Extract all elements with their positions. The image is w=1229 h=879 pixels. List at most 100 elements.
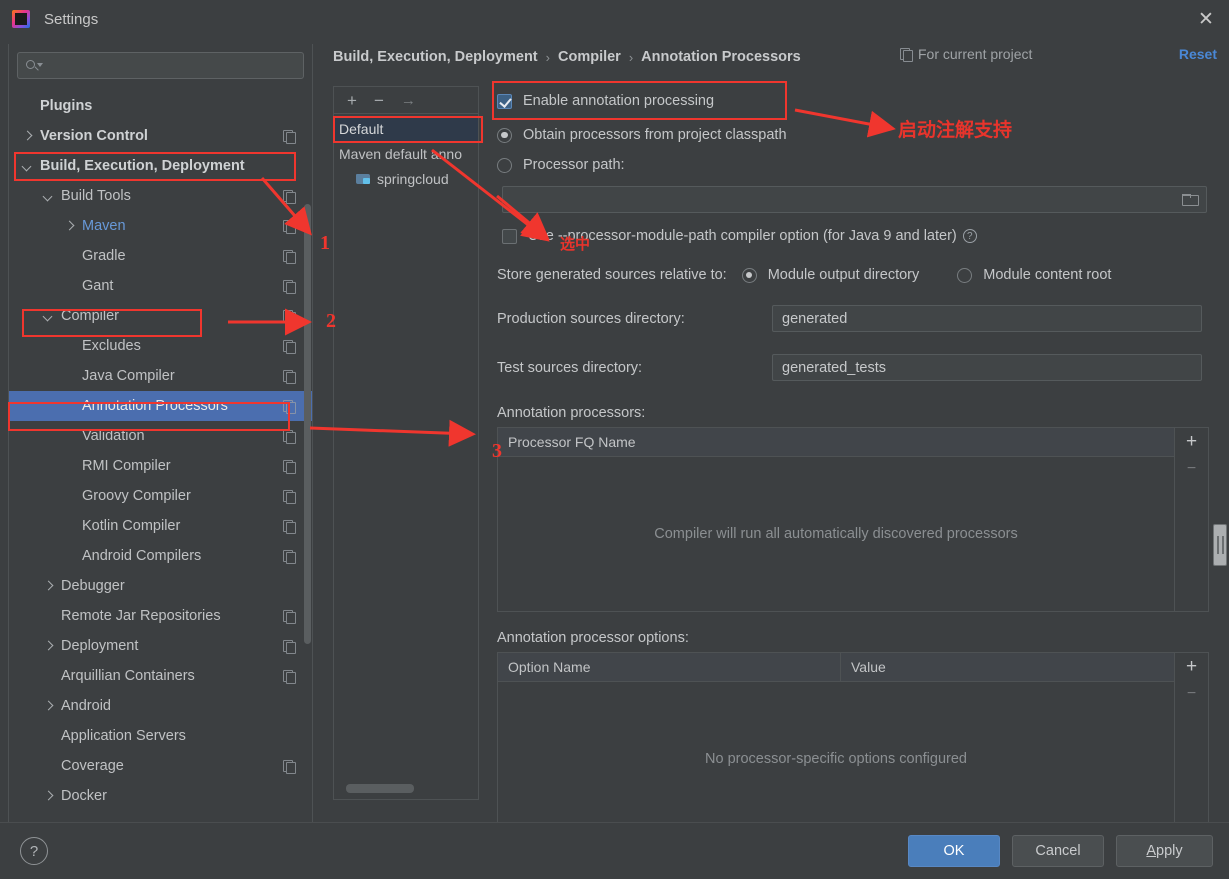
module-list-item[interactable]: Maven default anno xyxy=(334,141,478,166)
processors-table-empty-message: Compiler will run all automatically disc… xyxy=(498,457,1174,611)
test-sources-input[interactable]: generated_tests xyxy=(772,354,1202,381)
chevron-right-icon[interactable] xyxy=(21,130,34,143)
column-header-processor-fq-name[interactable]: Processor FQ Name xyxy=(498,428,1174,456)
sidebar-item-application-servers[interactable]: Application Servers xyxy=(9,721,312,751)
store-relative-row: Store generated sources relative to: Mod… xyxy=(497,267,1209,283)
annotation-processors-title: Annotation processors: xyxy=(497,405,646,421)
sidebar-item-label: Version Control xyxy=(40,128,148,144)
sidebar-item-groovy-compiler[interactable]: Groovy Compiler xyxy=(9,481,312,511)
search-input[interactable] xyxy=(40,58,295,73)
apply-button[interactable]: Apply xyxy=(1116,835,1213,867)
add-profile-button[interactable]: + xyxy=(347,92,357,109)
sidebar-item-deployment[interactable]: Deployment xyxy=(9,631,312,661)
annotation-processor-options-table: Option Name Value No processor-specific … xyxy=(497,652,1209,837)
resize-grip[interactable] xyxy=(1213,524,1227,566)
sidebar-item-plugins[interactable]: Plugins xyxy=(9,91,312,121)
chevron-right-icon[interactable] xyxy=(63,220,76,233)
sidebar-item-compiler[interactable]: Compiler xyxy=(9,301,312,331)
chevron-right-icon[interactable] xyxy=(42,640,55,653)
module-content-root-radio[interactable] xyxy=(957,267,973,283)
sidebar-item-rmi-compiler[interactable]: RMI Compiler xyxy=(9,451,312,481)
remove-option-button[interactable]: − xyxy=(1187,686,1196,702)
sidebar-item-label: Deployment xyxy=(61,638,139,654)
sidebar-item-build-tools[interactable]: Build Tools xyxy=(9,181,312,211)
sidebar-scrollbar[interactable] xyxy=(304,204,311,644)
sidebar-item-label: Maven xyxy=(82,218,126,234)
cancel-button[interactable]: Cancel xyxy=(1012,835,1104,867)
module-list-hscrollbar[interactable] xyxy=(346,784,414,793)
help-button[interactable]: ? xyxy=(20,837,48,865)
processor-path-row[interactable]: Processor path: xyxy=(497,150,1209,180)
sidebar-item-arquillian-containers[interactable]: Arquillian Containers xyxy=(9,661,312,691)
obtain-from-classpath-row[interactable]: Obtain processors from project classpath xyxy=(497,120,1209,150)
move-to-profile-button[interactable]: → xyxy=(401,93,416,108)
sidebar-item-version-control[interactable]: Version Control xyxy=(9,121,312,151)
chevron-down-icon[interactable] xyxy=(21,160,34,173)
intellij-idea-icon: IJ xyxy=(12,10,30,28)
processor-path-field[interactable] xyxy=(502,186,1207,213)
module-list-item-label: Maven default anno xyxy=(339,145,462,162)
sidebar-item-label: Annotation Processors xyxy=(82,398,228,414)
module-list-item[interactable]: Default xyxy=(334,116,478,141)
enable-annotation-processing-row[interactable]: Enable annotation processing xyxy=(497,86,1209,116)
module-list-panel: + − → Default Maven default anno springclo… xyxy=(333,86,479,800)
options-table-main: Option Name Value No processor-specific … xyxy=(498,653,1174,836)
sidebar-item-kotlin-compiler[interactable]: Kotlin Compiler xyxy=(9,511,312,541)
search-box[interactable] xyxy=(17,52,304,79)
chevron-right-icon[interactable] xyxy=(42,700,55,713)
chevron-right-icon[interactable] xyxy=(42,580,55,593)
sidebar-item-build-execution-deployment[interactable]: Build, Execution, Deployment xyxy=(9,151,312,181)
copy-icon xyxy=(283,250,296,264)
processors-table-main: Processor FQ Name Compiler will run all … xyxy=(498,428,1174,611)
add-option-button[interactable]: + xyxy=(1186,657,1197,676)
sidebar-item-android[interactable]: Android xyxy=(9,691,312,721)
remove-profile-button[interactable]: − xyxy=(374,92,384,109)
sidebar-item-coverage[interactable]: Coverage xyxy=(9,751,312,781)
sidebar-item-remote-jar-repositories[interactable]: Remote Jar Repositories xyxy=(9,601,312,631)
obtain-from-classpath-radio[interactable] xyxy=(497,127,512,143)
remove-processor-button[interactable]: − xyxy=(1187,461,1196,477)
sidebar-item-label: Compiler xyxy=(61,308,120,324)
sidebar-item-debugger[interactable]: Debugger xyxy=(9,571,312,601)
breadcrumb-item[interactable]: Build, Execution, Deployment xyxy=(333,49,538,65)
column-header-option-name[interactable]: Option Name xyxy=(498,653,840,681)
column-header-value[interactable]: Value xyxy=(840,653,1174,681)
use-processor-module-path-row[interactable]: Use --processor-module-path compiler opt… xyxy=(502,221,1209,251)
module-list-item[interactable]: springcloud xyxy=(334,166,478,191)
sidebar-item-gant[interactable]: Gant xyxy=(9,271,312,301)
scope-indicator: For current project xyxy=(900,46,1032,62)
reset-link[interactable]: Reset xyxy=(1179,46,1217,62)
sidebar-item-android-compilers[interactable]: Android Compilers xyxy=(9,541,312,571)
processor-path-radio[interactable] xyxy=(497,157,512,173)
copy-icon xyxy=(283,520,296,534)
sidebar-item-validation[interactable]: Validation xyxy=(9,421,312,451)
ok-button[interactable]: OK xyxy=(908,835,1000,867)
folder-icon[interactable] xyxy=(1182,193,1199,206)
add-processor-button[interactable]: + xyxy=(1186,432,1197,451)
sidebar-item-gradle[interactable]: Gradle xyxy=(9,241,312,271)
chevron-down-icon[interactable] xyxy=(42,310,55,323)
chevron-down-icon[interactable] xyxy=(42,190,55,203)
module-content-root-label: Module content root xyxy=(983,267,1112,283)
sidebar-item-annotation-processors[interactable]: Annotation Processors xyxy=(9,391,312,421)
question-mark-icon[interactable]: ? xyxy=(962,229,977,243)
settings-tree: Plugins Version Control Build, Execution, … xyxy=(9,91,312,811)
sidebar-item-maven[interactable]: Maven xyxy=(9,211,312,241)
production-sources-input[interactable]: generated xyxy=(772,305,1202,332)
processors-table-header: Processor FQ Name xyxy=(498,428,1174,457)
search-wrapper xyxy=(9,44,312,79)
chevron-right-icon[interactable] xyxy=(42,790,55,803)
close-icon[interactable]: ✕ xyxy=(1183,0,1229,38)
breadcrumb-item[interactable]: Compiler xyxy=(558,49,621,65)
module-output-directory-radio[interactable] xyxy=(741,267,757,283)
use-processor-module-path-checkbox[interactable] xyxy=(502,228,517,244)
enable-annotation-processing-checkbox[interactable] xyxy=(497,93,512,109)
options-table-header: Option Name Value xyxy=(498,653,1174,682)
module-list-item-label: springcloud xyxy=(377,170,449,187)
module-toolbar: + − → xyxy=(334,87,478,114)
sidebar-item-java-compiler[interactable]: Java Compiler xyxy=(9,361,312,391)
sidebar-item-excludes[interactable]: Excludes xyxy=(9,331,312,361)
sidebar-item-docker[interactable]: Docker xyxy=(9,781,312,811)
